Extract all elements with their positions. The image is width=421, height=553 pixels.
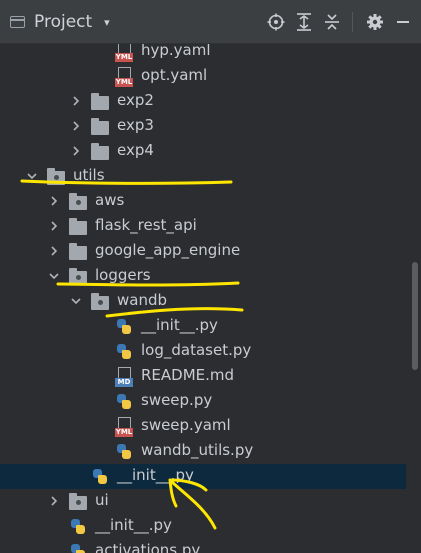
chevron-right-icon[interactable] (70, 95, 82, 107)
package-folder-icon (47, 168, 65, 185)
tree-item-label: __init__.py (95, 516, 172, 534)
python-file-icon (69, 543, 87, 553)
project-window-icon (10, 16, 25, 28)
python-file-icon (115, 393, 133, 411)
folder-icon (91, 118, 109, 135)
chevron-right-icon[interactable] (48, 220, 60, 232)
chevron-right-icon[interactable] (48, 195, 60, 207)
tree-item-label: activations.py (95, 541, 201, 553)
tree-item-label: exp2 (117, 91, 154, 109)
tree-item-label: __init__.py (141, 316, 218, 334)
chevron-down-icon[interactable]: ▾ (104, 16, 110, 29)
tree-item-label: opt.yaml (141, 66, 208, 84)
folder-icon (91, 93, 109, 110)
toolbar-separator (352, 12, 353, 32)
tree-item-label: exp4 (117, 141, 154, 159)
scrollbar-thumb[interactable] (412, 262, 418, 370)
tree-row-exp3[interactable]: exp3 (0, 114, 406, 139)
tree-item-label: README.md (141, 366, 235, 384)
chevron-down-icon[interactable] (26, 170, 38, 182)
python-file-icon (115, 318, 133, 336)
tree-item-label: log_dataset.py (141, 341, 252, 359)
folder-icon (69, 218, 87, 235)
tree-row-init-py[interactable]: __init__.py (0, 464, 406, 489)
tree-item-label: exp3 (117, 116, 154, 134)
python-file-icon (91, 468, 109, 486)
tree-row-init-py[interactable]: __init__.py (0, 314, 406, 339)
settings-icon[interactable] (363, 10, 387, 34)
project-view-selector[interactable]: Project ▾ (10, 0, 110, 44)
tree-item-label: sweep.yaml (141, 416, 231, 434)
tree-item-label: hyp.yaml (141, 44, 211, 59)
package-folder-icon (69, 268, 87, 285)
python-file-icon (115, 343, 133, 361)
tree-row-log-dataset-py[interactable]: log_dataset.py (0, 339, 406, 364)
yaml-file-icon: YML (115, 44, 133, 62)
package-folder-icon (69, 193, 87, 210)
chevron-right-icon[interactable] (48, 495, 60, 507)
yaml-file-icon: YML (115, 67, 133, 87)
chevron-down-icon[interactable] (70, 295, 82, 307)
chevron-down-icon[interactable] (48, 270, 60, 282)
tree-row-wandb-utils-py[interactable]: wandb_utils.py (0, 439, 406, 464)
chevron-right-icon[interactable] (70, 145, 82, 157)
python-file-icon (69, 518, 87, 536)
package-folder-icon (69, 493, 87, 510)
tree-row-init-py[interactable]: __init__.py (0, 514, 406, 539)
tree-row-sweep-py[interactable]: sweep.py (0, 389, 406, 414)
project-tree: YML hyp.yaml YML opt.yaml exp2 exp3 exp4 utils a… (0, 44, 421, 553)
tree-row-google-app-engine[interactable]: google_app_engine (0, 239, 406, 264)
tree-row-aws[interactable]: aws (0, 189, 406, 214)
tree-item-label: utils (73, 166, 105, 184)
folder-icon (91, 143, 109, 160)
tree-row-activations-py[interactable]: activations.py (0, 539, 406, 553)
python-file-icon (115, 443, 133, 461)
tree-row-wandb[interactable]: wandb (0, 289, 406, 314)
chevron-right-icon[interactable] (70, 120, 82, 132)
tree-row-utils[interactable]: utils (0, 164, 406, 189)
tree-row-opt-yaml[interactable]: YML opt.yaml (0, 64, 406, 89)
target-icon[interactable] (264, 10, 288, 34)
tree-row-ui[interactable]: ui (0, 489, 406, 514)
tree-item-label: sweep.py (141, 391, 213, 409)
tree-item-label: __init__.py (117, 466, 194, 484)
yaml-file-icon: YML (115, 417, 133, 437)
project-title[interactable]: Project (34, 12, 92, 32)
tree-row-exp4[interactable]: exp4 (0, 139, 406, 164)
tree-row-sweep-yaml[interactable]: YML sweep.yaml (0, 414, 406, 439)
tree-item-label: wandb_utils.py (141, 441, 254, 459)
expand-all-icon[interactable] (292, 10, 316, 34)
tree-row-flask-rest-api[interactable]: flask_rest_api (0, 214, 406, 239)
tree-row-exp2[interactable]: exp2 (0, 89, 406, 114)
markdown-file-icon: MD (115, 367, 133, 387)
package-folder-icon (91, 293, 109, 310)
project-toolbar: Project ▾ (0, 0, 421, 44)
tree-item-label: flask_rest_api (95, 216, 197, 234)
tree-item-label: aws (95, 191, 125, 209)
tree-row-loggers[interactable]: loggers (0, 264, 406, 289)
tree-item-label: wandb (117, 291, 168, 309)
chevron-right-icon[interactable] (48, 245, 60, 257)
tree-item-label: loggers (95, 266, 151, 284)
tree-row-hyp-yaml[interactable]: YML hyp.yaml (0, 44, 406, 64)
minimize-icon[interactable] (391, 10, 415, 34)
tree-item-label: google_app_engine (95, 241, 241, 259)
tree-item-label: ui (95, 491, 109, 509)
collapse-all-icon[interactable] (320, 10, 344, 34)
folder-icon (69, 243, 87, 260)
tree-row-readme-md[interactable]: MD README.md (0, 364, 406, 389)
